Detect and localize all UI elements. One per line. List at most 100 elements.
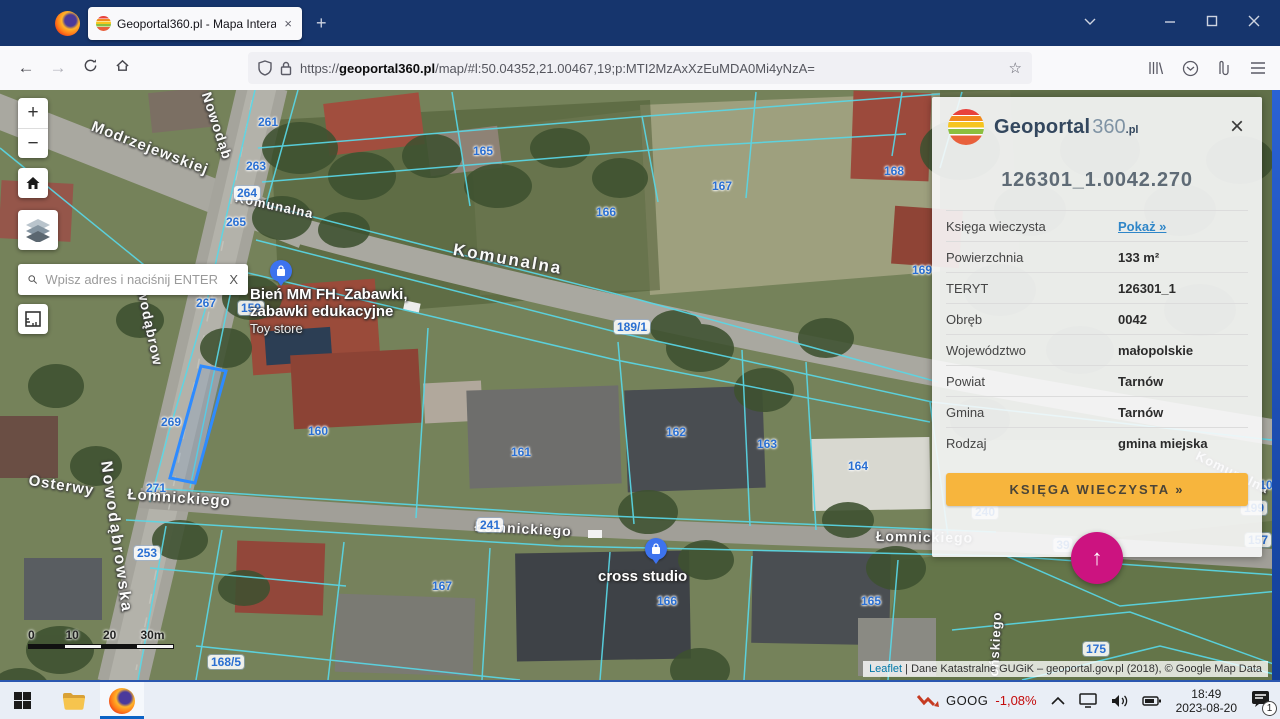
stock-down-arrow-icon bbox=[917, 693, 939, 709]
geoportal-logo bbox=[948, 109, 984, 145]
parcel-label-161: 161 bbox=[511, 445, 531, 459]
scale-bar-graphic bbox=[28, 644, 174, 649]
parcel-label-163: 163 bbox=[757, 437, 777, 451]
map-attribution: Leaflet | Dane Katastralne GUGiK – geopo… bbox=[863, 661, 1268, 677]
cross-studio-map-pin[interactable] bbox=[645, 538, 667, 560]
bookmark-star-icon[interactable]: ☆ bbox=[1009, 59, 1022, 77]
search-clear-button[interactable]: X bbox=[229, 272, 238, 287]
row-teryt: TERYT 126301_1 bbox=[946, 272, 1248, 303]
parcel-label-175: 175 bbox=[1083, 642, 1109, 656]
new-tab-button[interactable]: + bbox=[316, 14, 327, 32]
parcel-label-189-1: 189/1 bbox=[614, 320, 650, 334]
scale-bar: 0 10 20 30m bbox=[28, 628, 178, 649]
row-wojewodztwo: Województwo małopolskie bbox=[946, 334, 1248, 365]
geoportal-favicon bbox=[96, 16, 111, 31]
speaker-icon[interactable] bbox=[1111, 694, 1128, 708]
row-gmina: Gmina Tarnów bbox=[946, 396, 1248, 427]
url-bar[interactable]: https://geoportal360.pl/map/#l:50.04352,… bbox=[248, 52, 1032, 84]
toy-store-label[interactable]: Bień MM FH. Zabawki, zabawki edukacyjne … bbox=[250, 286, 408, 337]
address-search[interactable]: X bbox=[18, 264, 248, 295]
url-text: https://geoportal360.pl/map/#l:50.04352,… bbox=[300, 61, 1001, 76]
layers-button[interactable] bbox=[18, 210, 58, 250]
up-arrow-icon: ↑ bbox=[1092, 545, 1103, 571]
row-obreb: Obręb 0042 bbox=[946, 303, 1248, 334]
parcel-label-167: 167 bbox=[432, 579, 452, 593]
stock-change: -1,08% bbox=[995, 693, 1036, 708]
windows-logo-icon bbox=[14, 692, 31, 709]
parcel-label-168: 168 bbox=[884, 164, 904, 178]
firefox-taskbar-button[interactable] bbox=[100, 682, 144, 719]
stock-ticker: GOOG bbox=[946, 693, 988, 708]
tab-close-icon[interactable]: × bbox=[282, 16, 294, 31]
tray-time: 18:49 bbox=[1176, 687, 1237, 701]
tab-list-chevron-icon[interactable] bbox=[1075, 14, 1105, 28]
ksiega-wieczysta-button[interactable]: KSIĘGA WIECZYSTA » bbox=[946, 473, 1248, 506]
parcel-label-169: 169 bbox=[912, 263, 932, 277]
system-tray: GOOG -1,08% 18:49 2023-08-20 bbox=[917, 682, 1280, 719]
zoom-controls: + − bbox=[18, 98, 48, 158]
parcel-label-269: 269 bbox=[161, 415, 181, 429]
browser-tab[interactable]: Geoportal360.pl - Mapa Interakt × bbox=[88, 7, 302, 40]
firefox-app-icon bbox=[55, 11, 80, 36]
row-powierzchnia: Powierzchnia 133 m² bbox=[946, 241, 1248, 272]
parcel-id-title: 126301_1.0042.270 bbox=[932, 169, 1262, 192]
parcel-label-166: 166 bbox=[596, 205, 616, 219]
parcel-label-162: 162 bbox=[666, 425, 686, 439]
parcel-label-168-5: 168/5 bbox=[208, 655, 244, 669]
close-window-button[interactable] bbox=[1239, 14, 1269, 28]
leaflet-link[interactable]: Leaflet bbox=[869, 663, 902, 675]
parcel-label-265: 265 bbox=[226, 215, 246, 229]
clock[interactable]: 18:49 2023-08-20 bbox=[1176, 687, 1237, 715]
panel-close-icon[interactable]: × bbox=[1226, 117, 1248, 137]
battery-icon[interactable] bbox=[1142, 695, 1162, 707]
windows-taskbar: GOOG -1,08% 18:49 2023-08-20 bbox=[0, 680, 1280, 719]
lock-icon[interactable] bbox=[280, 61, 292, 76]
row-powiat: Powiat Tarnów bbox=[946, 365, 1248, 396]
parcel-label-267: 267 bbox=[196, 296, 216, 310]
start-button[interactable] bbox=[0, 682, 44, 719]
parcel-label-165: 165 bbox=[861, 594, 881, 608]
parcel-label-165: 165 bbox=[473, 144, 493, 158]
zoom-in-button[interactable]: + bbox=[18, 98, 48, 128]
network-display-icon[interactable] bbox=[1079, 693, 1097, 708]
row-rodzaj: Rodzaj gmina miejska bbox=[946, 427, 1248, 458]
reload-icon[interactable] bbox=[74, 58, 106, 78]
file-explorer-button[interactable] bbox=[52, 682, 96, 719]
tab-title: Geoportal360.pl - Mapa Interakt bbox=[117, 17, 276, 31]
home-icon[interactable] bbox=[106, 58, 138, 78]
measure-button[interactable] bbox=[18, 304, 48, 334]
save-page-icon[interactable] bbox=[1217, 60, 1232, 76]
parcel-label-253: 253 bbox=[134, 546, 160, 560]
geoportal-wordmark: Geoportal360.pl bbox=[994, 116, 1226, 139]
map-home-button[interactable] bbox=[18, 168, 48, 198]
hidden-icons-chevron-icon[interactable] bbox=[1051, 696, 1065, 705]
browser-titlebar: Geoportal360.pl - Mapa Interakt × + bbox=[0, 0, 1280, 46]
search-input[interactable] bbox=[45, 272, 221, 287]
stock-widget[interactable]: GOOG -1,08% bbox=[917, 693, 1037, 709]
map-canvas[interactable]: ModrzejewskiejNowodąbKomunalnaKomunalnaN… bbox=[0, 90, 1280, 680]
minimize-button[interactable] bbox=[1155, 14, 1185, 28]
forward-icon[interactable]: → bbox=[42, 58, 74, 78]
parcel-label-263: 263 bbox=[246, 159, 266, 173]
browser-toolbar: ← → https://geoportal360.pl/map/#l:50.04… bbox=[0, 46, 1280, 90]
tray-date: 2023-08-20 bbox=[1176, 701, 1237, 715]
parcel-label-167: 167 bbox=[712, 179, 732, 193]
library-icon[interactable] bbox=[1148, 60, 1164, 76]
row-ksiega-wieczysta: Księga wieczysta Pokaż » bbox=[946, 210, 1248, 241]
shield-icon[interactable] bbox=[258, 60, 272, 76]
zoom-out-button[interactable]: − bbox=[18, 128, 48, 158]
house-icon bbox=[25, 175, 41, 191]
scroll-up-fab[interactable]: ↑ bbox=[1071, 532, 1123, 584]
pocket-icon[interactable] bbox=[1182, 60, 1199, 77]
parcel-label-166: 166 bbox=[657, 594, 677, 608]
search-icon bbox=[28, 272, 37, 287]
notification-center-button[interactable]: 1 bbox=[1251, 690, 1270, 712]
toy-store-map-pin[interactable] bbox=[270, 260, 292, 282]
notification-badge: 1 bbox=[1262, 701, 1277, 716]
window-edge bbox=[1272, 90, 1280, 680]
cross-studio-label[interactable]: cross studio bbox=[598, 568, 687, 585]
menu-icon[interactable] bbox=[1250, 61, 1266, 75]
pokaz-link[interactable]: Pokaż » bbox=[1118, 219, 1166, 234]
back-icon[interactable]: ← bbox=[10, 58, 42, 78]
maximize-button[interactable] bbox=[1197, 14, 1227, 28]
